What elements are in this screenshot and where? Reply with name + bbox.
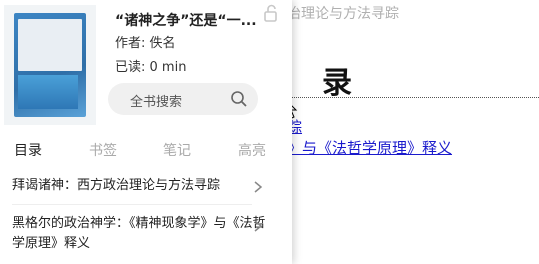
lock-icon[interactable] bbox=[262, 4, 280, 22]
tab-highlights[interactable]: 高亮 bbox=[238, 140, 266, 160]
heading-rule bbox=[290, 97, 539, 98]
book-author: 作者: 佚名 bbox=[115, 36, 176, 51]
toc-item[interactable]: 黑格尔的政治神学：《精神现象学》与《法哲学原理》释义 bbox=[12, 214, 272, 254]
panel-tabs: 目录 书签 笔记 高亮 bbox=[0, 140, 292, 162]
chevron-right-icon bbox=[254, 181, 263, 193]
book-cover bbox=[4, 5, 96, 125]
tab-notes[interactable]: 笔记 bbox=[163, 140, 191, 160]
toc-link-2[interactable]: 》与《法哲学原理》释义 bbox=[287, 137, 452, 158]
tab-bookmarks[interactable]: 书签 bbox=[89, 140, 117, 160]
toc-divider bbox=[12, 204, 252, 205]
read-time: 已读: 0 min bbox=[115, 60, 187, 75]
running-header: 治理论与方法寻踪 bbox=[287, 6, 399, 22]
book-search-input[interactable]: 全书搜索 bbox=[108, 83, 258, 115]
page-heading: 录 bbox=[322, 66, 352, 101]
search-icon[interactable] bbox=[230, 90, 248, 108]
book-side-panel: “诸神之争”还是“一... 作者: 佚名 已读: 0 min 全书搜索 目录 书… bbox=[0, 0, 292, 264]
book-title: “诸神之争”还是“一... bbox=[115, 13, 257, 29]
toc-item[interactable]: 拜谒诸神：西方政治理论与方法寻踪 bbox=[12, 176, 272, 196]
search-placeholder: 全书搜索 bbox=[130, 95, 183, 110]
chevron-right-icon bbox=[254, 220, 263, 232]
tab-contents[interactable]: 目录 bbox=[14, 140, 42, 160]
